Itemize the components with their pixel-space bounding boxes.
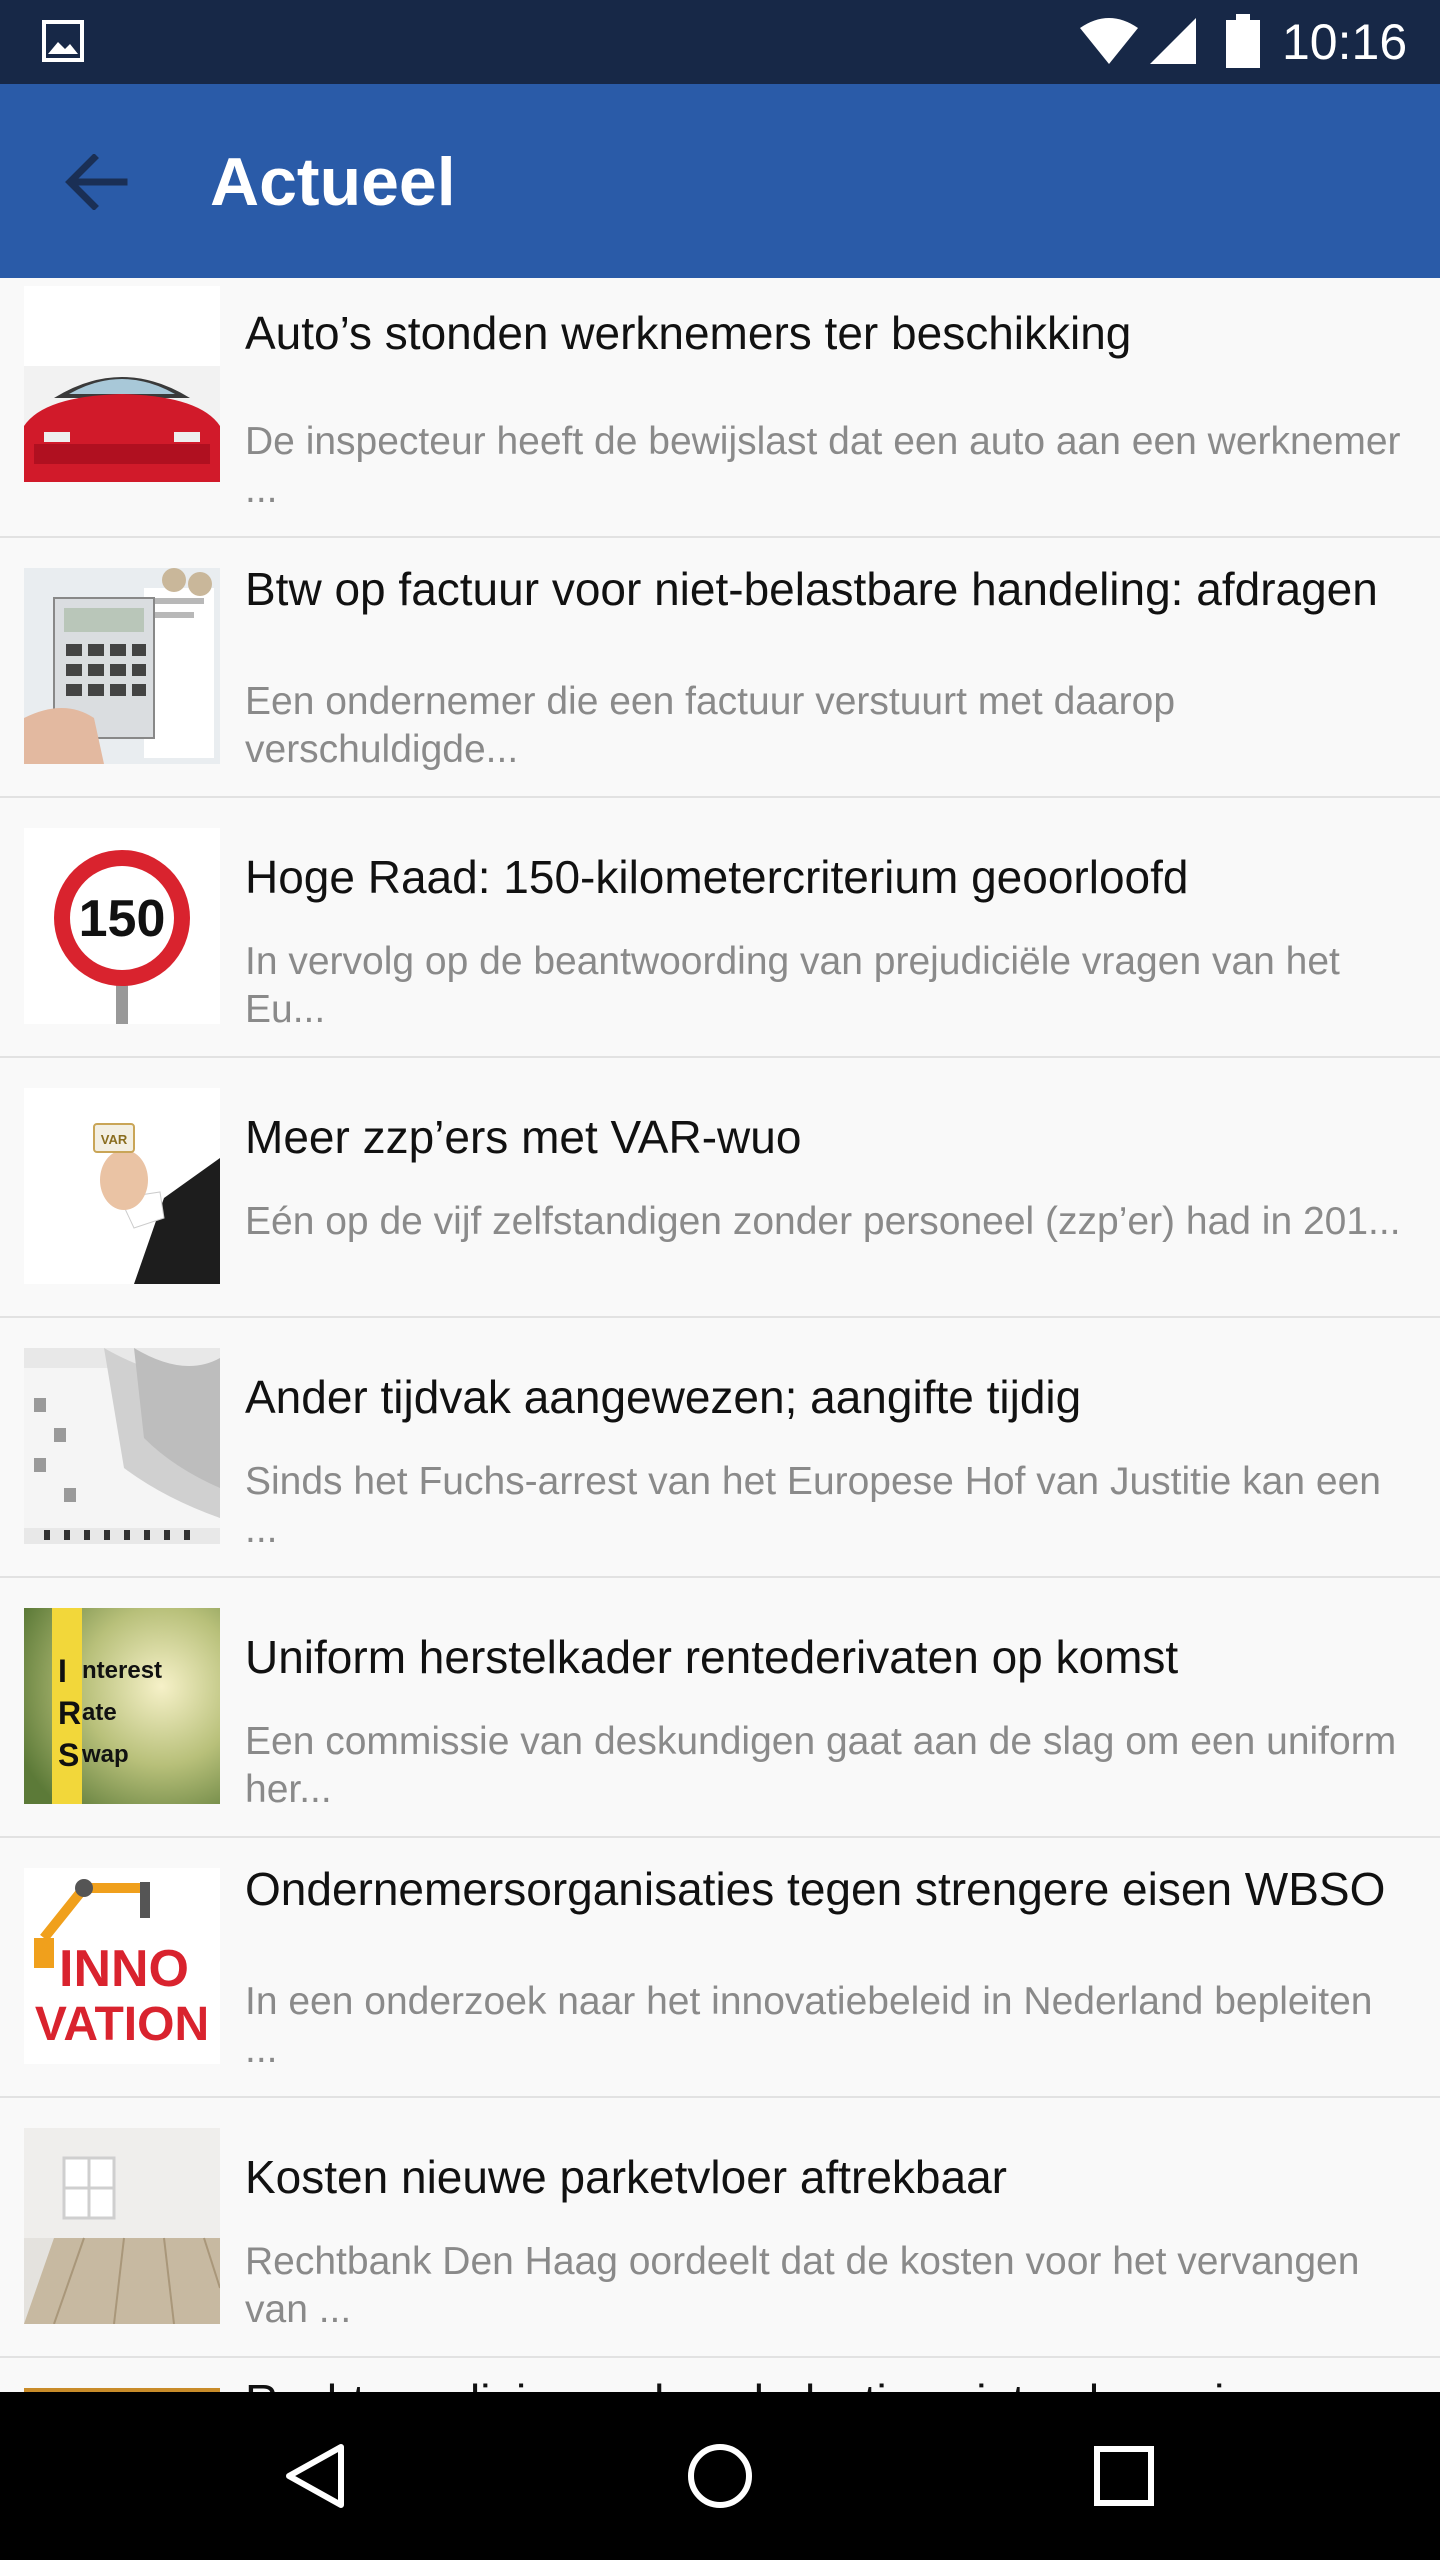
battery-icon (1226, 14, 1260, 68)
wifi-icon (1080, 18, 1138, 64)
news-title: Meer zzp’ers met VAR-wuo (245, 1111, 802, 1163)
innovation-image: INNO VATION (24, 1868, 220, 2064)
card-text: VAR (101, 1132, 128, 1147)
arrow-back-icon (65, 154, 128, 210)
news-summary: Rechtbank Den Haag oordeelt dat de koste… (245, 2240, 1360, 2331)
nav-home-button[interactable] (670, 2426, 770, 2526)
recents-square-icon (1094, 2446, 1154, 2506)
news-item[interactable]: Ander tijdvak aangewezen; aangifte tijdi… (0, 1318, 1440, 1578)
back-button[interactable] (50, 136, 142, 228)
status-time: 10:16 (1282, 14, 1408, 70)
news-item[interactable]: Auto’s stonden werknemers ter beschikkin… (0, 278, 1440, 538)
news-item[interactable]: Btw op factuur voor niet-belastbare hand… (0, 538, 1440, 798)
news-summary: De inspecteur heeft de bewijslast dat ee… (245, 420, 1401, 511)
irs-word-rate: ate (82, 1699, 117, 1726)
news-summary: Sinds het Fuchs-arrest van het Europese … (245, 1460, 1381, 1551)
news-summary: In een onderzoek naar het innovatiebelei… (245, 1980, 1373, 2071)
calendar-image (24, 1348, 220, 1544)
speed-sign-150-image: 150 (24, 828, 220, 1024)
back-triangle-icon (286, 2444, 344, 2508)
news-summary: Een ondernemer die een factuur verstuurt… (245, 680, 1176, 771)
news-title: Auto’s stonden werknemers ter beschikkin… (245, 307, 1132, 359)
news-title: Btw op factuur voor niet-belastbare hand… (245, 563, 1378, 615)
status-bar: 10:16 (0, 0, 1440, 84)
news-title: Hoge Raad: 150-kilometercriterium geoorl… (245, 851, 1189, 903)
interest-rate-swap-image: I nterest R ate S wap (24, 1608, 220, 1804)
calculator-image (24, 568, 220, 764)
home-circle-icon (688, 2444, 752, 2508)
news-item[interactable]: INNO VATION Ondernemersorganisaties tege… (0, 1838, 1440, 2098)
news-item[interactable]: Kosten nieuwe parketvloer aftrekbaar Rec… (0, 2098, 1440, 2358)
news-summary: Een commissie van deskundigen gaat aan d… (245, 1720, 1397, 1811)
irs-word-interest: nterest (82, 1657, 162, 1684)
news-title: Uniform herstelkader rentederivaten op k… (245, 1631, 1179, 1683)
news-item[interactable]: VAR Meer zzp’ers met VAR-wuo Eén op de v… (0, 1058, 1440, 1318)
news-title: Kosten nieuwe parketvloer aftrekbaar (245, 2151, 1007, 2203)
hand-var-card-image: VAR (24, 1088, 220, 1284)
irs-word-swap: wap (81, 1741, 129, 1768)
screen: 10:16 Actueel Auto’s stonden werknemers … (0, 0, 1440, 2560)
news-summary: Eén op de vijf zelfstandigen zonder pers… (245, 1200, 1401, 1243)
irs-letter-i: I (58, 1653, 67, 1689)
irs-letter-s: S (58, 1737, 79, 1773)
news-summary: In vervolg op de beantwoording van preju… (245, 940, 1340, 1031)
irs-letter-r: R (58, 1695, 81, 1731)
news-title: Rechtvaardiging reclamebelasting niet ge… (245, 2372, 1410, 2392)
news-item[interactable]: 150 Hoge Raad: 150-kilometercriterium ge… (0, 798, 1440, 1058)
innovation-line-1: INNO (59, 1940, 189, 1998)
app-bar: Actueel (0, 84, 1440, 278)
sign-text: 150 (79, 890, 166, 948)
news-title: Ondernemersorganisaties tegen strengere … (245, 1863, 1386, 1915)
news-list[interactable]: Auto’s stonden werknemers ter beschikkin… (0, 278, 1440, 2392)
gallery-icon (42, 20, 84, 62)
nav-back-button[interactable] (266, 2426, 366, 2526)
nav-recents-button[interactable] (1074, 2426, 1174, 2526)
news-title: Ander tijdvak aangewezen; aangifte tijdi… (245, 1371, 1082, 1423)
page-title: Actueel (210, 144, 456, 220)
empty-room-image (24, 2128, 220, 2324)
signal-icon (1150, 18, 1196, 64)
news-item[interactable]: I nterest R ate S wap Uniform herstelkad… (0, 1578, 1440, 1838)
nav-bar (0, 2392, 1440, 2560)
news-item[interactable]: Rechtvaardiging reclamebelasting niet ge… (0, 2358, 1440, 2392)
red-car-image (24, 286, 220, 482)
innovation-line-2: VATION (35, 1998, 209, 2051)
